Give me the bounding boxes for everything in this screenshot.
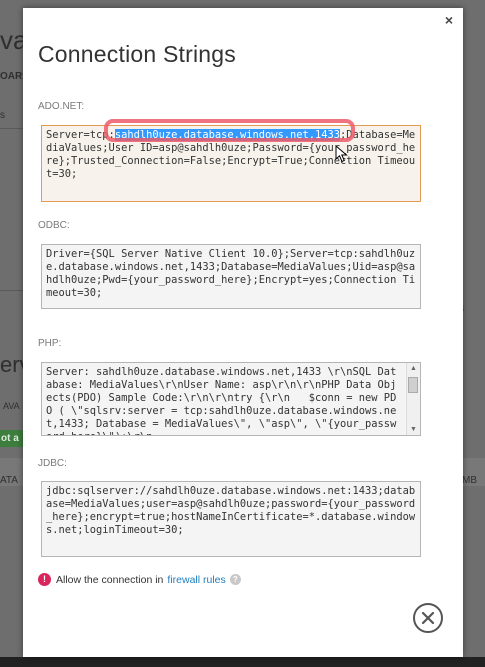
scroll-down-icon[interactable]: ▼ xyxy=(407,424,420,435)
mouse-cursor-icon xyxy=(335,145,348,163)
adonet-selected-server[interactable]: sahdlh0uze.database.windows.net,1433 xyxy=(114,129,341,141)
firewall-notice: ! Allow the connection in firewall rules… xyxy=(38,573,241,586)
php-connection-string[interactable]: Server: sahdlh0uze.database.windows.net,… xyxy=(41,362,421,436)
bg-divider xyxy=(0,290,24,291)
adonet-text-before: Server=tcp: xyxy=(46,129,115,141)
bg-subtitle: s xyxy=(0,110,5,121)
warning-icon: ! xyxy=(38,573,51,586)
odbc-connection-string[interactable]: Driver={SQL Server Native Client 10.0};S… xyxy=(41,244,421,309)
dialog-title: Connection Strings xyxy=(38,41,236,67)
bg-column-header: AVA xyxy=(3,401,20,411)
firewall-rules-link[interactable]: firewall rules xyxy=(167,574,225,586)
php-label: PHP: xyxy=(38,338,62,349)
scroll-up-icon[interactable]: ▲ xyxy=(407,363,420,374)
connection-strings-dialog: × Connection Strings ADO.NET: Server=tcp… xyxy=(23,8,463,657)
bg-status-badge: ot a xyxy=(0,430,23,447)
odbc-label: ODBC: xyxy=(38,220,70,231)
close-icon[interactable]: × xyxy=(445,12,453,28)
close-circle-button[interactable] xyxy=(413,603,443,633)
jdbc-label: JDBC: xyxy=(38,458,67,469)
adonet-connection-string[interactable]: Server=tcp:sahdlh0uze.database.windows.n… xyxy=(41,125,421,202)
adonet-label: ADO.NET: xyxy=(38,101,85,112)
bottom-command-bar xyxy=(0,657,485,667)
php-field-wrapper: Server: sahdlh0uze.database.windows.net,… xyxy=(41,362,421,436)
firewall-text: Allow the connection in xyxy=(56,573,164,586)
bg-divider xyxy=(0,128,24,129)
bg-column-data: ATA xyxy=(0,475,18,486)
php-scrollbar[interactable]: ▲ ▼ xyxy=(406,363,420,435)
help-icon[interactable]: ? xyxy=(229,574,241,585)
bg-column-mb: MB xyxy=(462,475,477,486)
scroll-thumb[interactable] xyxy=(408,377,418,393)
jdbc-connection-string[interactable]: jdbc:sqlserver://sahdlh0uze.database.win… xyxy=(41,481,421,557)
close-circle-icon xyxy=(421,611,435,625)
